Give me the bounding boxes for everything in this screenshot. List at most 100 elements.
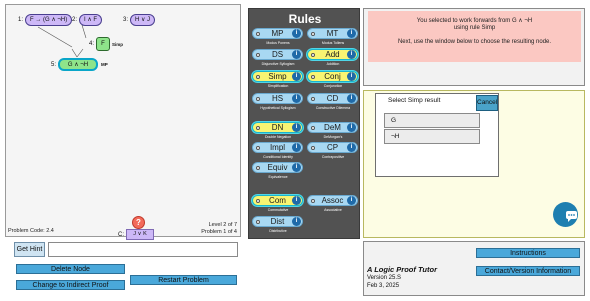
rule-caption: Contrapositive <box>321 155 345 159</box>
rule-assoc-button[interactable]: Assoc i <box>307 195 358 206</box>
proof-node-2[interactable]: I ∧ F <box>79 14 103 26</box>
rule-cd-button[interactable]: CD i <box>307 93 358 104</box>
proof-node-3[interactable]: H ∨ J <box>130 14 156 26</box>
message-line-1: You selected to work forwards from G ∧ ¬… <box>416 18 533 24</box>
rule-equiv-button[interactable]: Equiv i <box>252 162 303 173</box>
rules-title: Rules <box>288 12 322 26</box>
node-5-number: 5: <box>51 62 57 68</box>
level-indicator: Level 2 of 7 <box>208 222 237 228</box>
rule-hs-button[interactable]: HS i <box>252 93 303 104</box>
rule-caption: Double Negation <box>264 135 292 139</box>
info-icon[interactable]: i <box>292 163 301 172</box>
info-icon[interactable]: i <box>347 29 356 38</box>
chat-button[interactable] <box>553 202 578 227</box>
rule-impl-button[interactable]: Impl i <box>252 142 303 153</box>
rule-ds-button[interactable]: DS i <box>252 49 303 60</box>
rule-dem-button[interactable]: DeM i <box>307 122 358 133</box>
info-icon[interactable]: i <box>292 72 301 81</box>
connector-1-5 <box>37 26 73 48</box>
rule-label: Conj <box>324 72 341 81</box>
message-line-2: using rule Simp <box>453 25 496 31</box>
get-hint-button[interactable]: Get Hint <box>14 242 45 257</box>
info-icon[interactable]: i <box>292 50 301 59</box>
instruction-message: You selected to work forwards from G ∧ ¬… <box>368 11 581 62</box>
goal-node[interactable]: J ∨ K <box>126 229 154 240</box>
radio-dot-icon <box>256 126 260 130</box>
node-2-number: 2: <box>72 17 78 23</box>
rule-add-button[interactable]: Add i <box>307 49 358 60</box>
connector-2-4 <box>81 24 87 39</box>
dialog-title: Select Simp result <box>388 97 441 104</box>
proof-node-1[interactable]: F → (G ∧ ¬H) <box>25 14 73 26</box>
rule-conj-button[interactable]: Conj i <box>307 71 358 82</box>
rule-label: Add <box>325 50 340 59</box>
rule-label: DS <box>271 50 284 59</box>
rule-caption: Addition <box>326 62 340 66</box>
rule-caption: Constructive Dilemma <box>315 106 351 110</box>
rule-caption: DeMorgan's <box>323 135 343 139</box>
rule-mp-button[interactable]: MP i <box>252 28 303 39</box>
connector-1-5b <box>71 48 78 58</box>
contact-version-button[interactable]: Contact/Version Information <box>476 266 580 276</box>
hint-output-field <box>48 242 238 257</box>
info-icon[interactable]: i <box>292 94 301 103</box>
info-icon[interactable]: i <box>292 143 301 152</box>
rule-caption: Associative <box>324 208 342 212</box>
info-icon[interactable]: i <box>292 29 301 38</box>
problem-code: Problem Code: 2.4 <box>8 228 54 234</box>
delete-node-button[interactable]: Delete Node <box>16 264 125 274</box>
rule-label: MP <box>271 29 284 38</box>
radio-dot-icon <box>311 199 315 203</box>
rule-caption: Commutative <box>267 208 289 212</box>
radio-dot-icon <box>311 126 315 130</box>
rule-label: CD <box>326 94 339 103</box>
info-icon[interactable]: i <box>292 196 301 205</box>
goal-number: C: <box>118 232 124 238</box>
proof-node-4[interactable]: F <box>96 37 110 51</box>
restart-problem-button[interactable]: Restart Problem <box>130 275 237 285</box>
result-option-1[interactable]: G <box>384 113 480 128</box>
info-icon[interactable]: i <box>347 94 356 103</box>
rule-mt-button[interactable]: MT i <box>307 28 358 39</box>
info-icon[interactable]: i <box>347 143 356 152</box>
node-1-number: 1: <box>18 17 24 23</box>
problem-indicator: Problem 1 of 4 <box>201 229 237 235</box>
radio-dot-icon <box>256 97 260 101</box>
result-option-2[interactable]: ¬H <box>384 129 480 144</box>
node-3-number: 3: <box>123 17 129 23</box>
rule-dist-button[interactable]: Dist i <box>252 216 303 227</box>
proof-canvas[interactable]: 1: F → (G ∧ ¬H) 2: I ∧ F 3: H ∨ J 4: F S… <box>5 4 241 240</box>
proof-node-5[interactable]: G ∧ ¬H <box>58 58 98 71</box>
radio-dot-icon <box>256 220 260 224</box>
info-icon[interactable]: i <box>347 196 356 205</box>
rule-label: Assoc <box>321 196 344 205</box>
rule-label: HS <box>271 94 284 103</box>
rule-label: CP <box>326 143 339 152</box>
info-icon[interactable]: i <box>347 50 356 59</box>
rule-caption: Distributive <box>269 229 287 233</box>
rule-simp-button[interactable]: Simp i <box>252 71 303 82</box>
question-icon[interactable]: ? <box>132 216 145 229</box>
info-icon[interactable]: i <box>347 72 356 81</box>
rule-label: Impl <box>269 143 286 152</box>
info-icon[interactable]: i <box>292 217 301 226</box>
info-icon[interactable]: i <box>292 123 301 132</box>
rule-com-button[interactable]: Com i <box>252 195 303 206</box>
cancel-button[interactable]: Cancel <box>476 95 498 111</box>
radio-dot-icon <box>256 32 260 36</box>
rules-panel: Rules MP i Modus Ponens MT i Modus Tollens… <box>248 8 360 239</box>
rule-caption: Hypothetical Syllogism <box>260 106 296 110</box>
node-4-rule: Simp <box>112 42 124 47</box>
rule-caption: Conjunction <box>323 84 343 88</box>
instructions-button[interactable]: Instructions <box>476 248 580 258</box>
indirect-proof-button[interactable]: Change to Indirect Proof <box>16 280 125 290</box>
radio-dot-icon <box>311 53 315 57</box>
node-5-rule: MP <box>101 62 108 67</box>
rule-dn-button[interactable]: DN i <box>252 122 303 133</box>
info-icon[interactable]: i <box>347 123 356 132</box>
radio-dot-icon <box>256 75 260 79</box>
rule-label: Dist <box>270 217 285 226</box>
node-4-number: 4: <box>89 41 95 47</box>
rule-cp-button[interactable]: CP i <box>307 142 358 153</box>
radio-dot-icon <box>256 53 260 57</box>
